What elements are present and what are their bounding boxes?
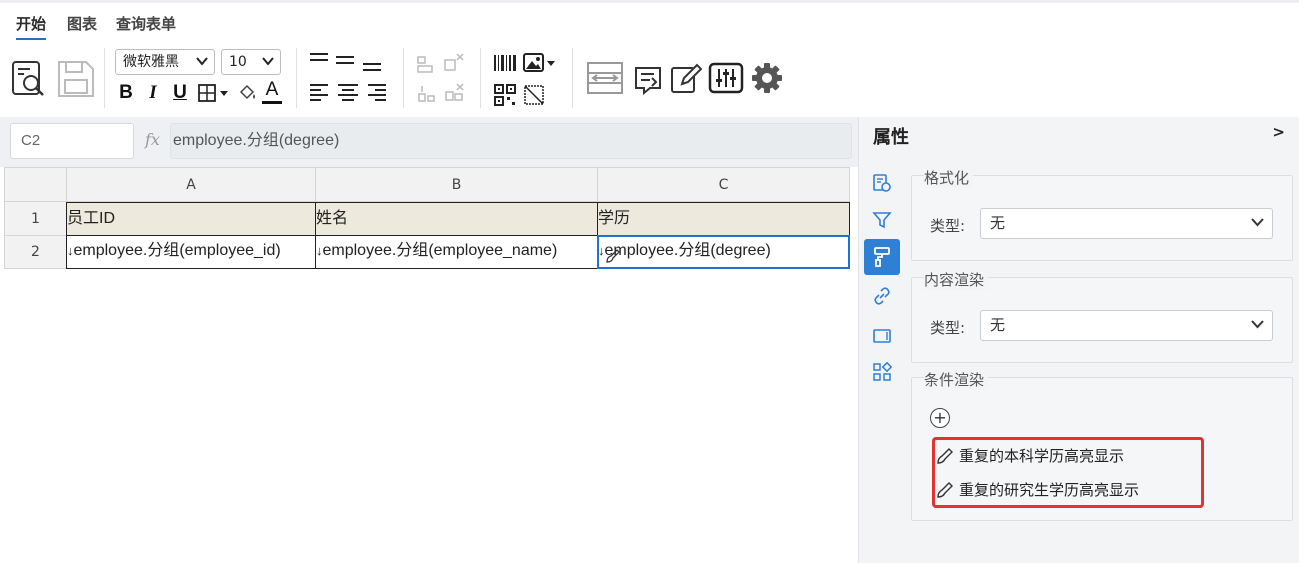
cell-text: 学历 xyxy=(598,210,631,227)
font-family-value: 微软雅黑 xyxy=(123,54,179,70)
toolbar-divider xyxy=(572,48,573,108)
align-middle-icon[interactable] xyxy=(335,54,355,70)
grid-corner[interactable] xyxy=(4,167,67,202)
cell-c1[interactable]: 学历 xyxy=(597,202,850,236)
tab-query-form[interactable]: 查询表单 xyxy=(116,13,176,34)
cell-text: 员工ID xyxy=(67,210,116,227)
cell-a2[interactable]: ↓employee.分组(employee_id) xyxy=(66,235,316,269)
data-settings-icon[interactable] xyxy=(864,165,900,201)
row-header-2[interactable]: 2 xyxy=(4,235,67,269)
brush-icon xyxy=(937,481,953,498)
font-color-button[interactable]: A xyxy=(262,80,282,104)
image-icon[interactable] xyxy=(523,53,557,73)
collapse-panel-button[interactable]: > xyxy=(1272,123,1285,141)
tab-chart[interactable]: 图表 xyxy=(67,13,97,34)
format-type-select[interactable]: 无 xyxy=(980,208,1273,239)
cell-text: 姓名 xyxy=(316,210,349,227)
preview-icon[interactable] xyxy=(10,58,48,100)
font-size-select[interactable]: 10 xyxy=(221,49,281,75)
formula-input[interactable]: employee.分组(degree) xyxy=(170,123,852,159)
panel-title: 属性 xyxy=(873,127,909,148)
property-tab-bar xyxy=(864,162,900,562)
content-render-section: 内容渲染 类型: 无 xyxy=(911,269,1293,363)
column-header-c[interactable]: C xyxy=(597,167,850,202)
select-value: 无 xyxy=(990,214,1006,232)
tab-start[interactable]: 开始 xyxy=(16,13,47,41)
diagonal-line-icon[interactable] xyxy=(523,84,545,106)
menu-tab-bar: 开始 图表 查询表单 xyxy=(0,0,1299,41)
chevron-down-icon xyxy=(196,57,208,66)
rule-label: 重复的本科学历高亮显示 xyxy=(959,447,1125,465)
barcode-icon[interactable] xyxy=(493,54,517,72)
align-top-icon[interactable] xyxy=(309,52,329,68)
cell-text: employee.分组(employee_name) xyxy=(322,242,558,259)
section-title: 格式化 xyxy=(924,167,974,188)
format-section: 格式化 类型: 无 xyxy=(911,167,1293,261)
split-cells-icon[interactable] xyxy=(443,52,465,74)
align-left-icon[interactable] xyxy=(309,82,329,102)
type-label: 类型: xyxy=(930,319,966,337)
frame-icon[interactable] xyxy=(864,318,900,354)
select-value: 无 xyxy=(990,316,1006,334)
filter-icon[interactable] xyxy=(864,202,900,238)
insert-row-icon[interactable] xyxy=(416,84,436,104)
cell-b2[interactable]: ↓employee.分组(employee_name) xyxy=(315,235,598,269)
edit-icon[interactable] xyxy=(670,62,702,94)
font-size-value: 10 xyxy=(229,54,247,70)
rule-item[interactable]: 重复的本科学历高亮显示 xyxy=(936,445,1124,466)
cell-text: employee.分组(employee_id) xyxy=(73,242,281,259)
align-center-icon[interactable] xyxy=(337,82,359,102)
toolbar-divider xyxy=(480,48,481,108)
column-header-a[interactable]: A xyxy=(66,167,316,202)
cell-text: employee.分组(degree) xyxy=(604,242,771,259)
conditional-render-section: 条件渲染 + 重复的本科学历高亮显示 重复的研究生学历高亮显示 xyxy=(911,369,1293,521)
toolbar-divider xyxy=(403,48,404,108)
toolbar-divider xyxy=(104,48,105,108)
brush-icon xyxy=(937,447,953,464)
gear-icon[interactable] xyxy=(751,62,783,94)
save-icon[interactable] xyxy=(56,58,96,100)
formula-bar: C2 fx employee.分组(degree) xyxy=(0,117,858,167)
fill-color-icon[interactable] xyxy=(236,82,258,104)
font-family-select[interactable]: 微软雅黑 xyxy=(115,49,215,75)
rule-item[interactable]: 重复的研究生学历高亮显示 xyxy=(936,479,1139,500)
properties-panel: 属性 > 格式化 类型: 无 内容渲染 类型: 无 条件渲染 + 重复的本科学历… xyxy=(858,117,1299,563)
data-source-icon[interactable] xyxy=(632,62,664,96)
align-right-icon[interactable] xyxy=(367,82,387,102)
chevron-down-icon xyxy=(1251,218,1264,227)
bold-button[interactable]: B xyxy=(116,82,136,104)
table-layout-icon[interactable] xyxy=(586,60,624,96)
toolbar: 微软雅黑 10 B I U A xyxy=(0,40,1299,117)
type-label: 类型: xyxy=(930,217,966,235)
align-bottom-icon[interactable] xyxy=(362,58,382,74)
qrcode-icon[interactable] xyxy=(494,84,516,106)
column-header-b[interactable]: B xyxy=(315,167,598,202)
format-painter-icon[interactable] xyxy=(864,239,900,275)
render-brush-icon xyxy=(604,247,622,265)
adjust-icon[interactable] xyxy=(708,62,744,94)
delete-row-icon[interactable] xyxy=(443,82,465,104)
add-rule-button[interactable]: + xyxy=(930,408,950,428)
link-icon[interactable] xyxy=(864,278,900,314)
chevron-down-icon xyxy=(262,57,274,66)
border-icon[interactable] xyxy=(197,83,231,103)
italic-button[interactable]: I xyxy=(143,82,163,104)
row-header-1[interactable]: 1 xyxy=(4,201,67,236)
chevron-down-icon xyxy=(1251,320,1264,329)
section-title: 条件渲染 xyxy=(924,369,989,390)
cell-c2[interactable]: ↓employee.分组(degree) xyxy=(597,235,850,269)
underline-button[interactable]: U xyxy=(170,82,190,104)
rule-label: 重复的研究生学历高亮显示 xyxy=(959,481,1140,499)
render-type-select[interactable]: 无 xyxy=(980,310,1273,341)
cell-a1[interactable]: 员工ID xyxy=(66,202,316,236)
cell-reference-box[interactable]: C2 xyxy=(10,123,134,159)
widgets-icon[interactable] xyxy=(864,354,900,390)
merge-cells-icon[interactable] xyxy=(416,54,436,74)
toolbar-divider xyxy=(296,48,297,108)
section-title: 内容渲染 xyxy=(924,269,989,290)
cell-b1[interactable]: 姓名 xyxy=(315,202,598,236)
report-designer-app: 开始 图表 查询表单 微软雅黑 10 B I U A C2 fx employe… xyxy=(0,0,1299,563)
fx-icon: fx xyxy=(145,130,160,149)
